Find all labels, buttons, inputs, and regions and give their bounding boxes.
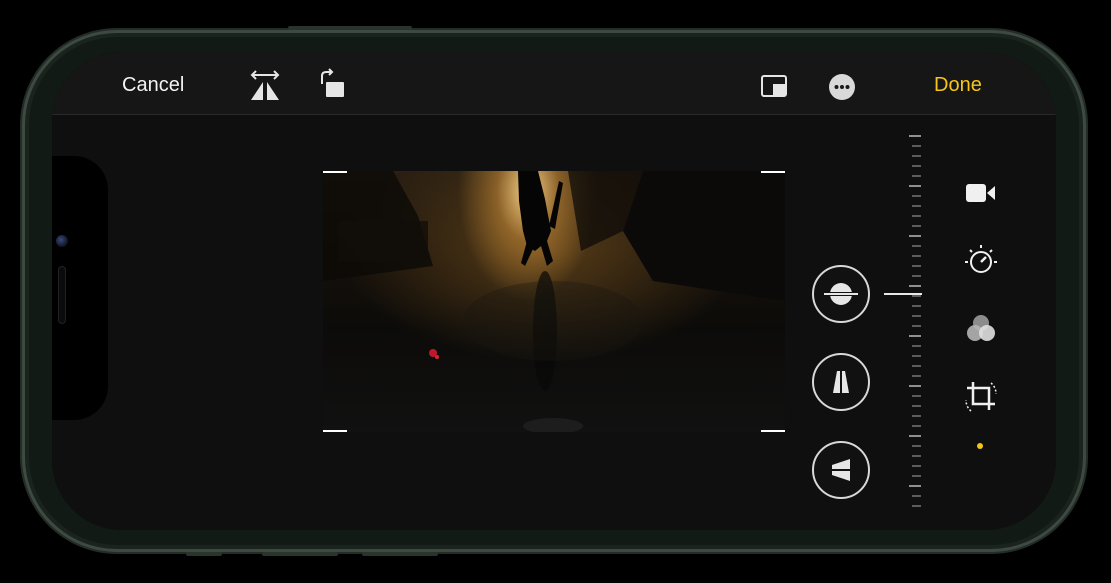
adjust-icon[interactable]: [963, 243, 999, 284]
phone-screen-area: Cancel Done: [52, 52, 1056, 530]
crop-icon[interactable]: [963, 378, 999, 421]
cancel-button[interactable]: Cancel: [122, 74, 184, 97]
crop-corner-top-left[interactable]: [323, 171, 347, 173]
photo-editor-screen: Cancel Done: [52, 52, 1056, 530]
volume-down-button: [362, 552, 438, 556]
horizontal-perspective-icon: [826, 459, 856, 481]
editor-toolbar: Cancel Done: [52, 52, 1056, 115]
flip-horizontal-icon[interactable]: [248, 70, 282, 107]
volume-up-button: [262, 552, 338, 556]
crop-corner-bottom-right[interactable]: [761, 430, 785, 432]
phone-frame: Cancel Done: [22, 30, 1086, 552]
vertical-perspective-icon: [833, 367, 849, 397]
aspect-ratio-icon[interactable]: [761, 75, 787, 102]
filters-icon[interactable]: [964, 313, 998, 350]
straighten-button[interactable]: [812, 265, 870, 323]
earpiece-speaker: [58, 266, 66, 324]
ruler-value-indicator: [884, 293, 922, 295]
volume-toggle: [186, 552, 222, 556]
notch: [52, 156, 108, 420]
side-button: [288, 26, 412, 30]
more-options-icon[interactable]: [828, 73, 856, 106]
adjustment-ruler[interactable]: [907, 132, 923, 512]
straighten-icon: [824, 283, 858, 305]
done-button[interactable]: Done: [934, 74, 982, 97]
front-camera: [56, 235, 68, 247]
active-mode-indicator: [977, 443, 983, 449]
scene-silhouettes: [323, 171, 785, 432]
vertical-perspective-button[interactable]: [812, 353, 870, 411]
crop-corner-bottom-left[interactable]: [323, 430, 347, 432]
video-icon[interactable]: [965, 181, 997, 210]
horizontal-perspective-button[interactable]: [812, 441, 870, 499]
crop-corner-top-right[interactable]: [761, 171, 785, 173]
video-frame-preview[interactable]: [323, 171, 785, 432]
rotate-icon[interactable]: [318, 68, 348, 105]
